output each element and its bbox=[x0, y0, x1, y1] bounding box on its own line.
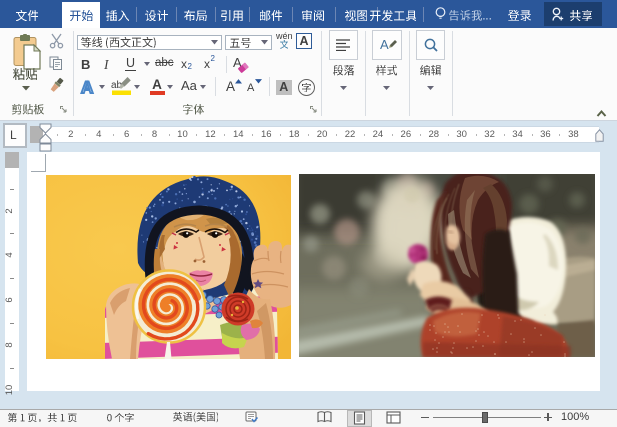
svg-text:A: A bbox=[380, 37, 389, 52]
svg-text:A: A bbox=[81, 78, 93, 96]
